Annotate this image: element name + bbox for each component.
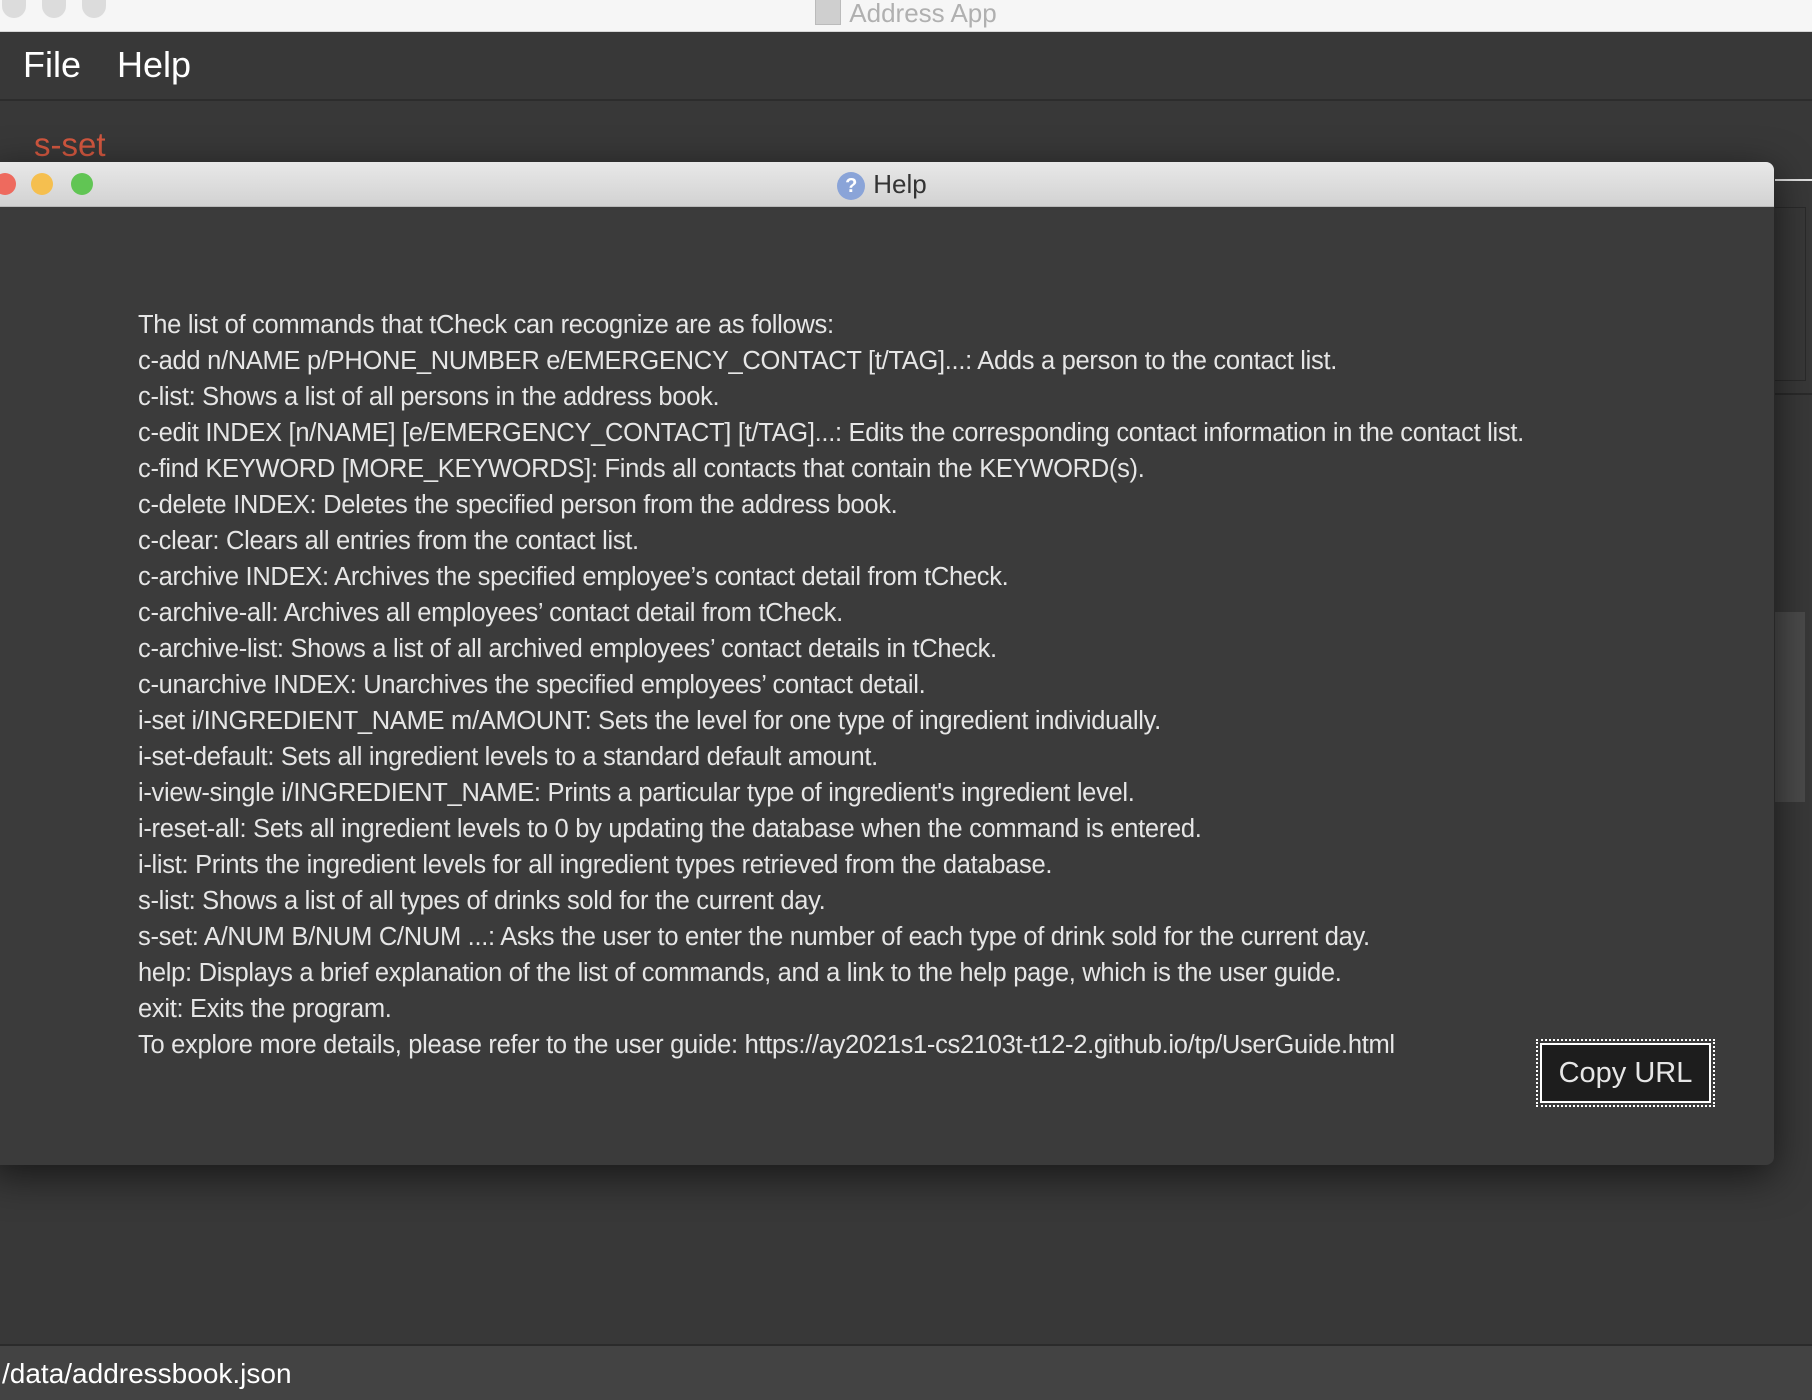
help-window-title: ? Help	[0, 169, 1774, 200]
help-line: help: Displays a brief explanation of th…	[138, 959, 1342, 987]
help-line: c-clear: Clears all entries from the con…	[138, 527, 639, 555]
help-line: i-set i/INGREDIENT_NAME m/AMOUNT: Sets t…	[138, 707, 1161, 735]
help-line: c-delete INDEX: Deletes the specified pe…	[138, 491, 898, 519]
help-line: exit: Exits the program.	[138, 995, 392, 1023]
divider	[1775, 179, 1812, 181]
help-line: c-find KEYWORD [MORE_KEYWORDS]: Finds al…	[138, 455, 1145, 483]
help-message: The list of commands that tCheck can rec…	[138, 307, 1524, 1063]
menu-file[interactable]: File	[23, 44, 81, 86]
help-line: c-archive-list: Shows a list of all arch…	[138, 635, 997, 663]
menu-help[interactable]: Help	[117, 44, 191, 86]
help-line: i-reset-all: Sets all ingredient levels …	[138, 815, 1202, 843]
help-line: c-list: Shows a list of all persons in t…	[138, 383, 720, 411]
help-url-line: To explore more details, please refer to…	[138, 1031, 1395, 1059]
menu-bar: File Help	[0, 32, 1812, 101]
command-echo: s-set	[34, 126, 106, 163]
help-line: c-unarchive INDEX: Unarchives the specif…	[138, 671, 926, 699]
scrollbar[interactable]	[1775, 612, 1805, 802]
help-line: s-set: A/NUM B/NUM C/NUM ...: Asks the u…	[138, 923, 1370, 951]
result-box	[1775, 207, 1806, 381]
divider	[1775, 393, 1812, 395]
help-line: c-archive-all: Archives all employees’ c…	[138, 599, 843, 627]
save-location-path: /data/addressbook.json	[2, 1358, 292, 1389]
status-bar: /data/addressbook.json	[0, 1344, 1812, 1400]
help-line: s-list: Shows a list of all types of dri…	[138, 887, 826, 915]
help-line: i-view-single i/INGREDIENT_NAME: Prints …	[138, 779, 1135, 807]
help-line: c-add n/NAME p/PHONE_NUMBER e/EMERGENCY_…	[138, 347, 1338, 375]
help-window-titlebar: ? Help	[0, 162, 1774, 207]
help-line: c-edit INDEX [n/NAME] [e/EMERGENCY_CONTA…	[138, 419, 1524, 447]
app-icon	[815, 0, 842, 25]
help-line: i-set-default: Sets all ingredient level…	[138, 743, 878, 771]
help-line: c-archive INDEX: Archives the specified …	[138, 563, 1009, 591]
help-window: ? Help The list of commands that tCheck c…	[0, 162, 1774, 1165]
help-line: The list of commands that tCheck can rec…	[138, 311, 834, 339]
copy-url-button[interactable]: Copy URL	[1536, 1039, 1715, 1107]
main-window-title: Address App	[0, 0, 1812, 29]
help-title-text: Help	[873, 169, 927, 199]
help-line: i-list: Prints the ingredient levels for…	[138, 851, 1053, 879]
help-question-icon: ?	[837, 172, 866, 200]
main-window-titlebar: Address App	[0, 0, 1812, 32]
main-window-title-text: Address App	[849, 0, 997, 28]
